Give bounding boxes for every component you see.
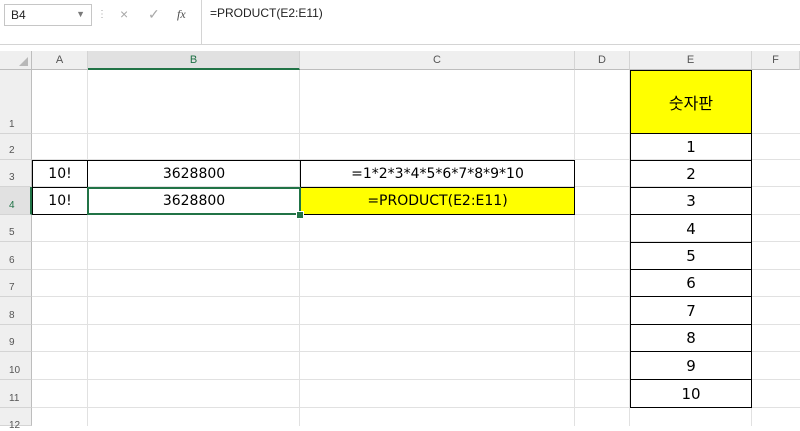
cell-e4[interactable]: 3 xyxy=(630,187,752,215)
row-header-10[interactable]: 10 xyxy=(0,352,32,380)
row-number: 8 xyxy=(9,310,15,321)
column-header-b[interactable]: B xyxy=(88,51,300,70)
row-header-5[interactable]: 5 xyxy=(0,215,32,242)
row-header-6[interactable]: 6 xyxy=(0,242,32,270)
formula-bar-divider xyxy=(201,0,202,44)
select-all-corner[interactable] xyxy=(0,51,32,70)
cell-e5[interactable]: 4 xyxy=(630,214,752,243)
row-number: 5 xyxy=(9,227,15,238)
column-header-c[interactable]: C xyxy=(300,51,575,70)
insert-function-icon[interactable]: fx xyxy=(177,7,186,22)
row-header-7[interactable]: 7 xyxy=(0,270,32,297)
column-header-d[interactable]: D xyxy=(575,51,630,70)
row-number: 11 xyxy=(9,393,20,404)
row-number: 7 xyxy=(9,282,15,293)
row-number: 3 xyxy=(9,172,15,183)
gridline xyxy=(574,70,575,426)
row-number: 9 xyxy=(9,337,15,348)
cell-e10[interactable]: 9 xyxy=(630,351,752,380)
enter-icon[interactable]: ✓ xyxy=(148,6,160,23)
column-header-f[interactable]: F xyxy=(752,51,800,70)
more-options-icon[interactable]: ⋮ xyxy=(97,9,107,20)
cell-c4[interactable]: =PRODUCT(E2:E11) xyxy=(300,187,575,215)
cell-e6[interactable]: 5 xyxy=(630,242,752,270)
row-header-1[interactable]: 1 xyxy=(0,70,32,134)
cell-e7[interactable]: 6 xyxy=(630,269,752,297)
name-box[interactable]: B4 ▼ xyxy=(4,4,92,26)
cell-a4[interactable]: 10! xyxy=(32,187,88,215)
cell-e9[interactable]: 8 xyxy=(630,324,752,352)
row-header-4[interactable]: 4 xyxy=(0,187,32,215)
cell-e1[interactable]: 숫자판 xyxy=(630,70,752,134)
name-box-value: B4 xyxy=(11,8,26,22)
row-number: 10 xyxy=(9,365,21,376)
active-cell-selection xyxy=(87,187,301,215)
row-header-11[interactable]: 11 xyxy=(0,380,32,408)
row-header-12[interactable]: 12 xyxy=(0,408,32,431)
row-header-3[interactable]: 3 xyxy=(0,160,32,187)
row-header-8[interactable]: 8 xyxy=(0,297,32,325)
cell-e2[interactable]: 1 xyxy=(630,133,752,161)
formula-input[interactable]: =PRODUCT(E2:E11) xyxy=(210,6,323,20)
select-all-icon xyxy=(19,57,28,66)
row-header-9[interactable]: 9 xyxy=(0,325,32,352)
row-number: 1 xyxy=(9,119,15,130)
cancel-icon[interactable]: × xyxy=(120,6,128,22)
row-number: 4 xyxy=(9,200,15,211)
formula-bar: B4 ▼ ⋮ × ✓ fx =PRODUCT(E2:E11) xyxy=(0,0,800,45)
cell-e11[interactable]: 10 xyxy=(630,379,752,408)
row-number: 6 xyxy=(9,255,15,266)
cell-c3[interactable]: =1*2*3*4*5*6*7*8*9*10 xyxy=(300,160,575,188)
cell-e3[interactable]: 2 xyxy=(630,160,752,188)
column-header-a[interactable]: A xyxy=(32,51,88,70)
column-header-e[interactable]: E xyxy=(630,51,752,70)
row-number: 2 xyxy=(9,145,15,156)
chevron-down-icon[interactable]: ▼ xyxy=(76,9,85,19)
gridline xyxy=(299,70,300,426)
cell-e8[interactable]: 7 xyxy=(630,296,752,325)
row-header-2[interactable]: 2 xyxy=(0,134,32,160)
fill-handle[interactable] xyxy=(296,211,304,219)
gridline xyxy=(87,70,88,426)
cell-a3[interactable]: 10! xyxy=(32,160,88,188)
cell-b3[interactable]: 3628800 xyxy=(87,160,301,188)
